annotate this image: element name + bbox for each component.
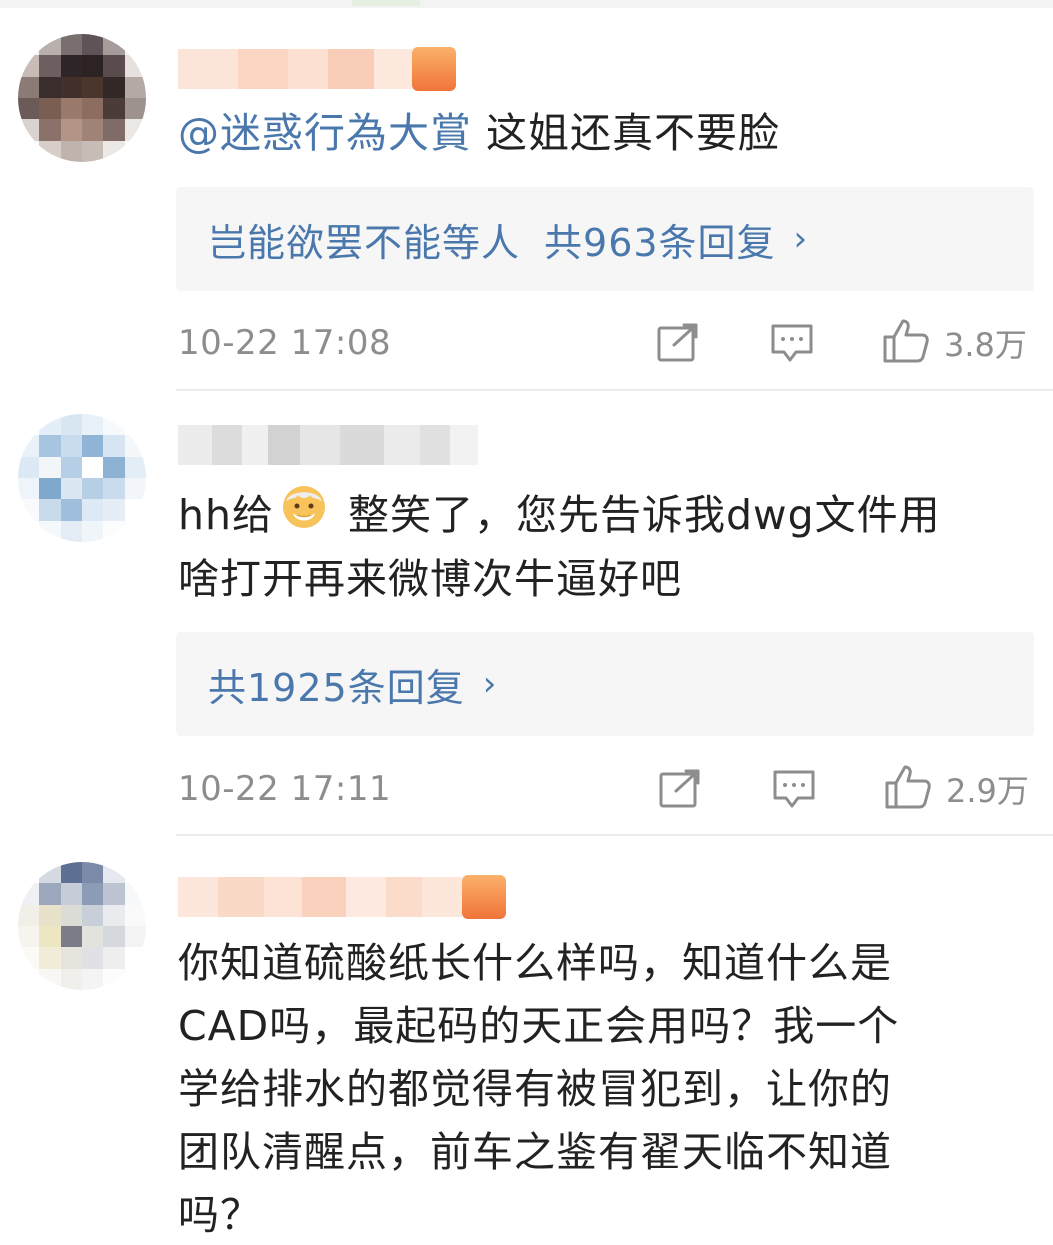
comment-icon[interactable] [772,769,816,809]
comment-item: hh给 整笑了，您先告诉我dwg文件用 啥打开再来微博次牛逼好吧 共1925条回… [0,392,1053,836]
divider [176,389,1053,391]
avatar[interactable] [18,34,146,162]
comment-feed: @迷惑行為大賞 这姐还真不要脸 岂能欲罢不能等人 共963条回复 › 10-22… [0,0,1053,1245]
like-button[interactable]: 3.8万 [882,318,1027,368]
comment-item: 你知道硫酸纸长什么样吗，知道什么是 CAD吗，最起码的天正会用吗？我一个 学给排… [0,836,1053,1245]
vip-badge [412,47,456,91]
comment-meta: 10-22 17:11 2.9万 [178,764,1031,814]
thumbs-up-icon [884,764,932,814]
like-count: 3.8万 [944,326,1027,364]
comment-text: 你知道硫酸纸长什么样吗，知道什么是 CAD吗，最起码的天正会用吗？我一个 学给排… [178,939,900,1239]
username-blurred[interactable] [178,422,478,468]
reply-preview[interactable]: 岂能欲罢不能等人 共963条回复 › [176,187,1034,291]
reply-count: 共963条回复 [544,220,776,265]
username-blurred[interactable] [178,46,456,92]
reply-quote: 岂能欲罢不能等人 [208,220,521,265]
avatar[interactable] [18,414,146,542]
chevron-right-icon: › [482,664,498,704]
vip-badge [462,875,506,919]
comment-text: hh给 整笑了，您先告诉我dwg文件用 啥打开再来微博次牛逼好吧 [178,484,1023,611]
comment-item: @迷惑行為大賞 这姐还真不要脸 岂能欲罢不能等人 共963条回复 › 10-22… [0,0,1053,392]
like-button[interactable]: 2.9万 [884,764,1029,814]
mention-link[interactable]: @迷惑行為大賞 [178,109,472,157]
like-count: 2.9万 [946,772,1029,810]
timestamp: 10-22 17:11 [178,769,392,809]
chevron-right-icon: › [793,219,809,259]
comment-meta: 10-22 17:08 3.8万 [178,318,1031,368]
reply-preview[interactable]: 共1925条回复 › [176,632,1034,736]
thumbs-up-icon [882,318,930,368]
share-icon[interactable] [656,323,700,363]
old-man-emoji [280,482,328,548]
comment-icon[interactable] [770,323,814,363]
reply-count: 共1925条回复 [208,665,465,710]
username-blurred[interactable] [178,874,506,920]
comment-text: @迷惑行為大賞 这姐还真不要脸 [178,109,781,157]
timestamp: 10-22 17:08 [178,323,392,363]
avatar[interactable] [18,862,146,990]
share-icon[interactable] [658,769,702,809]
